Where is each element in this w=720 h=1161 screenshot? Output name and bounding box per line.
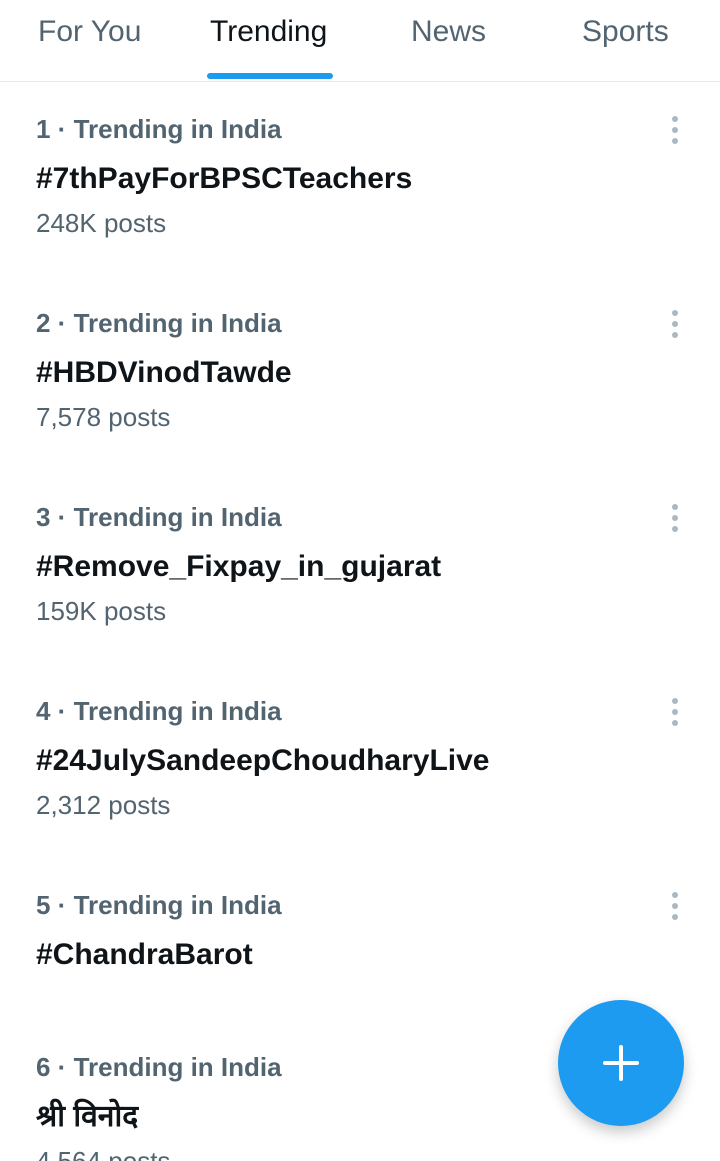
compose-button[interactable] — [558, 1000, 684, 1126]
trend-post-count: 248K posts — [36, 208, 167, 238]
more-options-button[interactable] — [656, 499, 694, 537]
trend-name: #ChandraBarot — [36, 938, 253, 971]
trend-post-count: 159K posts — [36, 596, 167, 626]
trend-rank-context: 4 · Trending in India — [36, 696, 282, 726]
trend-name: #Remove_Fixpay_in_gujarat — [36, 550, 442, 583]
trend-rank-context: 5 · Trending in India — [36, 890, 282, 920]
more-options-button[interactable] — [656, 305, 694, 343]
more-vertical-icon — [672, 116, 678, 144]
trend-item[interactable]: 2 · Trending in India #HBDVinodTawde 7,5… — [0, 307, 720, 457]
tab-for-you[interactable]: For You — [38, 12, 141, 52]
more-vertical-icon — [672, 892, 678, 920]
trend-rank-context: 6 · Trending in India — [36, 1052, 282, 1082]
tab-sports[interactable]: Sports — [582, 12, 669, 52]
trend-rank-context: 1 · Trending in India — [36, 114, 282, 144]
trend-post-count: 7,578 posts — [36, 402, 171, 432]
trending-page: For You Trending News Sports 1 · Trendin… — [0, 0, 720, 1161]
tab-bar: For You Trending News Sports — [0, 0, 720, 82]
more-options-button[interactable] — [656, 693, 694, 731]
plus-icon — [603, 1045, 639, 1081]
more-options-button[interactable] — [656, 887, 694, 925]
trend-item[interactable]: 4 · Trending in India #24JulySandeepChou… — [0, 695, 720, 845]
more-vertical-icon — [672, 698, 678, 726]
trend-rank-context: 2 · Trending in India — [36, 308, 282, 338]
trend-post-count: 4,564 posts — [36, 1146, 171, 1161]
tab-news[interactable]: News — [411, 12, 486, 52]
more-vertical-icon — [672, 310, 678, 338]
more-vertical-icon — [672, 504, 678, 532]
trend-name: #7thPayForBPSCTeachers — [36, 162, 413, 195]
trend-item[interactable]: 5 · Trending in India #ChandraBarot — [0, 889, 720, 999]
trend-name: श्री विनोद — [36, 1100, 139, 1133]
tab-trending[interactable]: Trending — [210, 12, 327, 52]
trend-post-count: 2,312 posts — [36, 790, 171, 820]
trend-name: #24JulySandeepChoudharyLive — [36, 744, 490, 777]
trend-item[interactable]: 3 · Trending in India #Remove_Fixpay_in_… — [0, 501, 720, 651]
more-options-button[interactable] — [656, 111, 694, 149]
active-tab-indicator — [207, 73, 333, 79]
trend-rank-context: 3 · Trending in India — [36, 502, 282, 532]
trend-name: #HBDVinodTawde — [36, 356, 292, 389]
trend-item[interactable]: 1 · Trending in India #7thPayForBPSCTeac… — [0, 113, 720, 263]
